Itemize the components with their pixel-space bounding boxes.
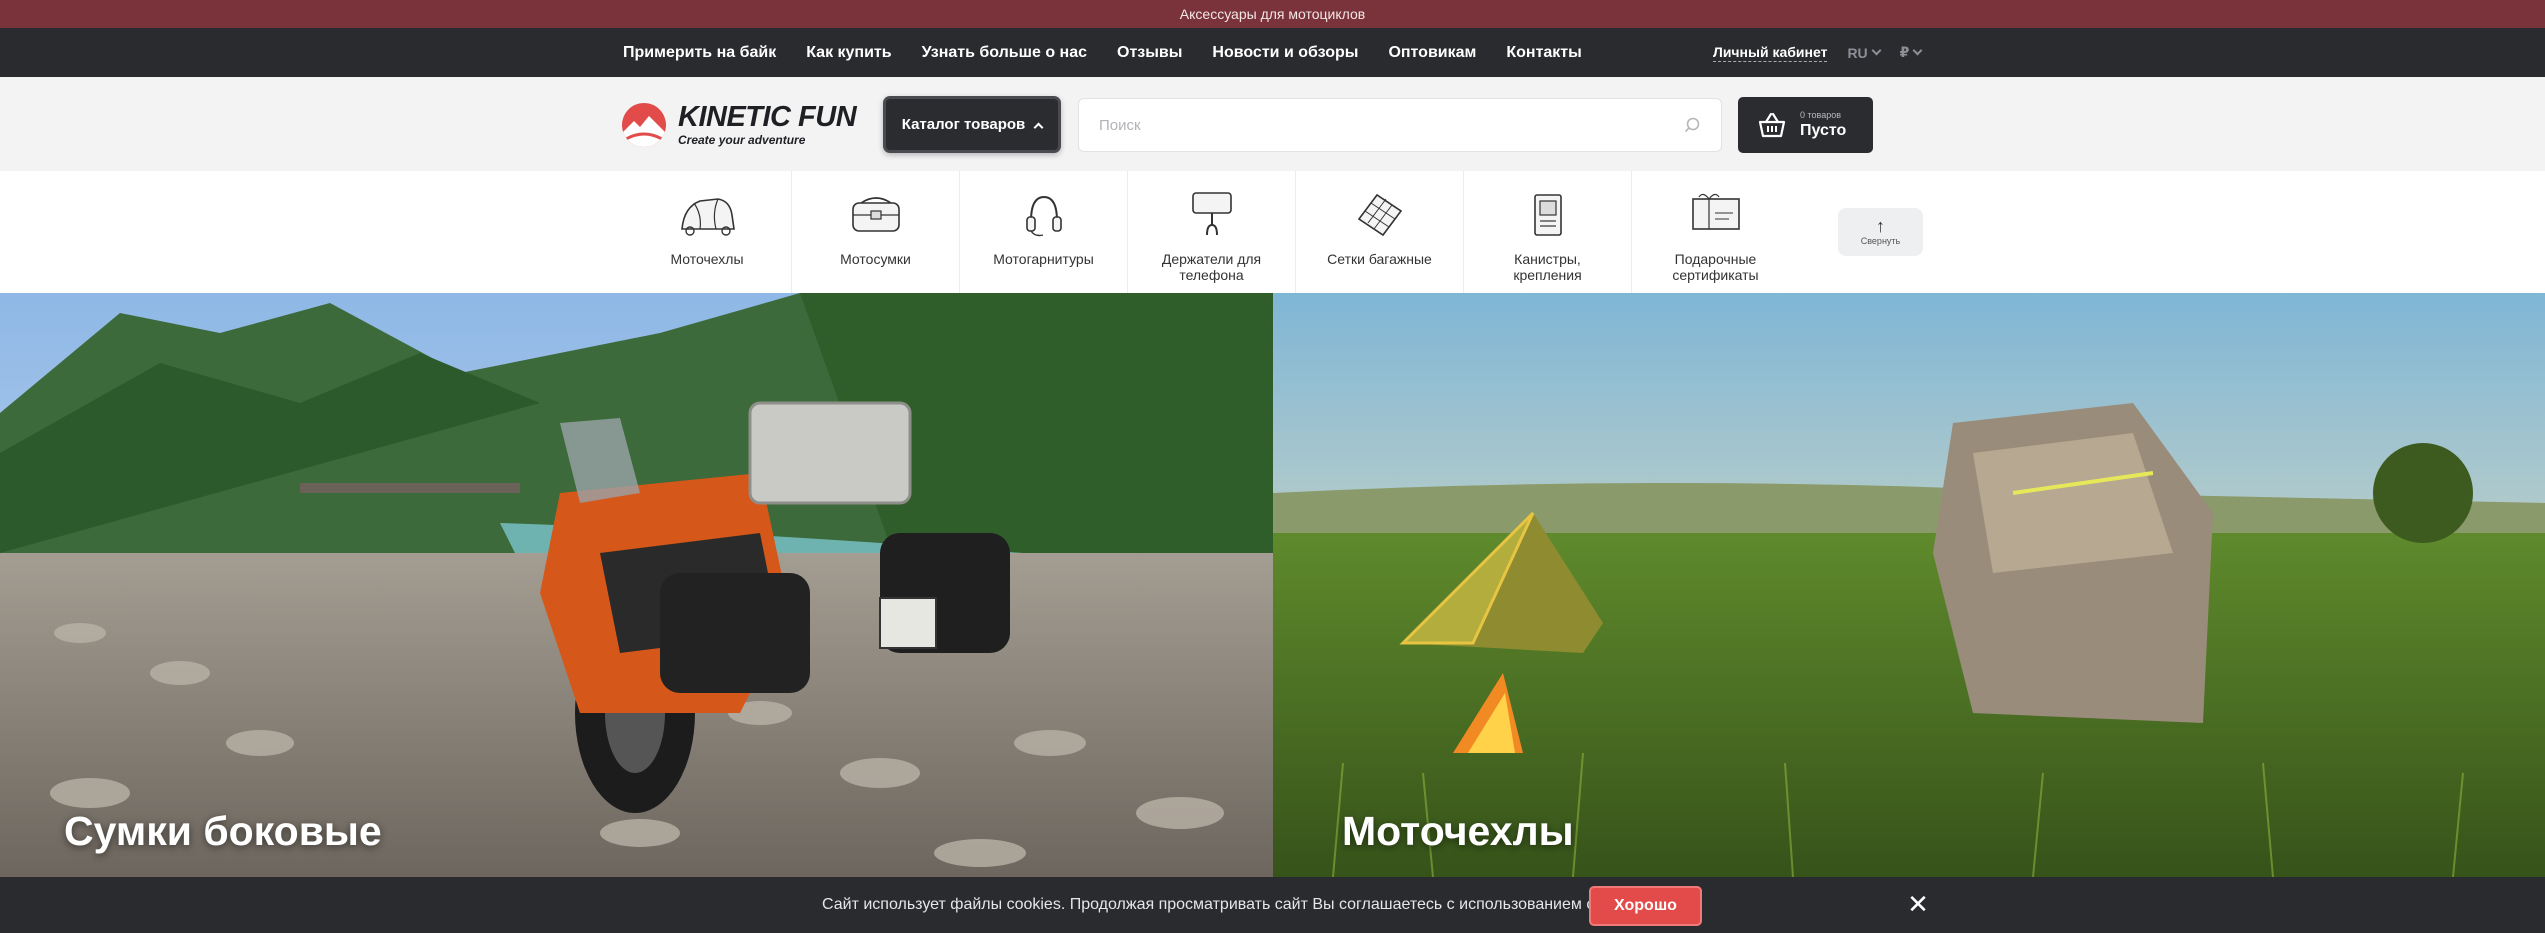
cookie-banner: Сайт использует файлы cookies. Продолжая… (0, 877, 2545, 933)
arrow-up-icon: ↑ (1876, 216, 1885, 236)
nav-link-reviews[interactable]: Отзывы (1117, 44, 1182, 62)
currency-value: ₽ (1899, 44, 1910, 60)
category-label: Канистры, крепления (1513, 251, 1582, 283)
basket-icon (1758, 112, 1786, 138)
catalog-button-label: Каталог товаров (901, 116, 1026, 133)
logo[interactable]: KINETIC FUN Create your adventure (622, 101, 857, 147)
cart-button[interactable]: 0 товаров Пусто (1738, 97, 1873, 153)
hero-image-camp-cover (1273, 293, 2545, 877)
search-icon[interactable] (1683, 116, 1701, 134)
collapse-button[interactable]: ↑ Свернуть (1838, 208, 1923, 256)
close-icon[interactable]: ✕ (1905, 891, 1931, 917)
cart-status: Пусто (1800, 122, 1847, 139)
category-label: Сетки багажные (1327, 251, 1432, 267)
chevron-down-icon (1871, 45, 1882, 56)
hero-banner-moto-covers[interactable]: Моточехлы (1273, 293, 2545, 877)
search-input[interactable] (1099, 116, 1683, 134)
catalog-button[interactable]: Каталог товаров (883, 96, 1061, 153)
nav-link-about[interactable]: Узнать больше о нас (922, 44, 1087, 62)
cart-count: 0 товаров (1800, 110, 1842, 120)
headset-icon (1025, 195, 1062, 237)
cookie-message: Сайт использует файлы cookies. Продолжая… (822, 896, 1646, 913)
gift-certificate-icon (1691, 193, 1740, 230)
nav-link-contacts[interactable]: Контакты (1506, 44, 1581, 62)
category-moto-covers[interactable]: Моточехлы (623, 171, 791, 293)
language-value: RU (1847, 44, 1868, 61)
top-nav: Примерить на байк Как купить Узнать боль… (0, 28, 2545, 77)
currency-select[interactable]: ₽ (1899, 44, 1923, 61)
account-link[interactable]: Личный кабинет (1713, 44, 1828, 62)
moto-bag-icon (851, 197, 900, 232)
category-cargo-nets[interactable]: Сетки багажные (1295, 171, 1463, 293)
category-label: Подарочные сертификаты (1672, 251, 1759, 283)
cookie-accept-button[interactable]: Хорошо (1589, 886, 1702, 926)
category-canisters[interactable]: Канистры, крепления (1463, 171, 1631, 293)
category-phone-holders[interactable]: Держатели для телефона (1127, 171, 1295, 293)
category-gift-certificates[interactable]: Подарочные сертификаты (1631, 171, 1799, 293)
hero-right-title: Моточехлы (1342, 808, 1574, 854)
nav-links: Примерить на байк Как купить Узнать боль… (623, 28, 1582, 77)
site-header: KINETIC FUN Create your adventure Катало… (0, 77, 2545, 171)
language-select[interactable]: RU (1847, 44, 1882, 61)
logo-tagline: Create your adventure (678, 133, 806, 147)
phone-holder-icon (1191, 192, 1232, 236)
hero-image-motorcycle-river (0, 293, 1273, 877)
category-moto-bags[interactable]: Мотосумки (791, 171, 959, 293)
hero-banner-side-bags[interactable]: Сумки боковые (0, 293, 1273, 877)
canister-icon (1533, 194, 1562, 236)
category-headsets[interactable]: Мотогарнитуры (959, 171, 1127, 293)
category-label: Мотогарнитуры (993, 251, 1094, 267)
logo-mountain-icon (622, 103, 666, 147)
nav-link-news[interactable]: Новости и обзоры (1212, 44, 1358, 62)
chevron-down-icon (1912, 45, 1923, 56)
category-bar: Моточехлы Мотосумки Мотогарнитуры Держат… (0, 171, 2545, 293)
search-box (1078, 98, 1722, 152)
category-label: Моточехлы (670, 251, 744, 267)
hero-left-title: Сумки боковые (64, 808, 382, 854)
nav-link-wholesale[interactable]: Оптовикам (1388, 44, 1476, 62)
nav-link-how-to-buy[interactable]: Как купить (806, 44, 891, 62)
promo-text: Аксессуары для мотоциклов (1179, 6, 1366, 22)
category-label: Держатели для телефона (1161, 251, 1262, 283)
moto-cover-icon (681, 198, 735, 236)
nav-right: Личный кабинет RU ₽ (1713, 28, 1923, 77)
nav-link-try-on-bike[interactable]: Примерить на байк (623, 44, 776, 62)
category-label: Мотосумки (840, 251, 911, 267)
chevron-up-icon (1033, 122, 1044, 132)
cargo-net-icon (1357, 193, 1402, 237)
collapse-label: Свернуть (1860, 236, 1901, 246)
logo-brand: KINETIC FUN (678, 101, 857, 133)
promo-strip: Аксессуары для мотоциклов (0, 0, 2545, 28)
